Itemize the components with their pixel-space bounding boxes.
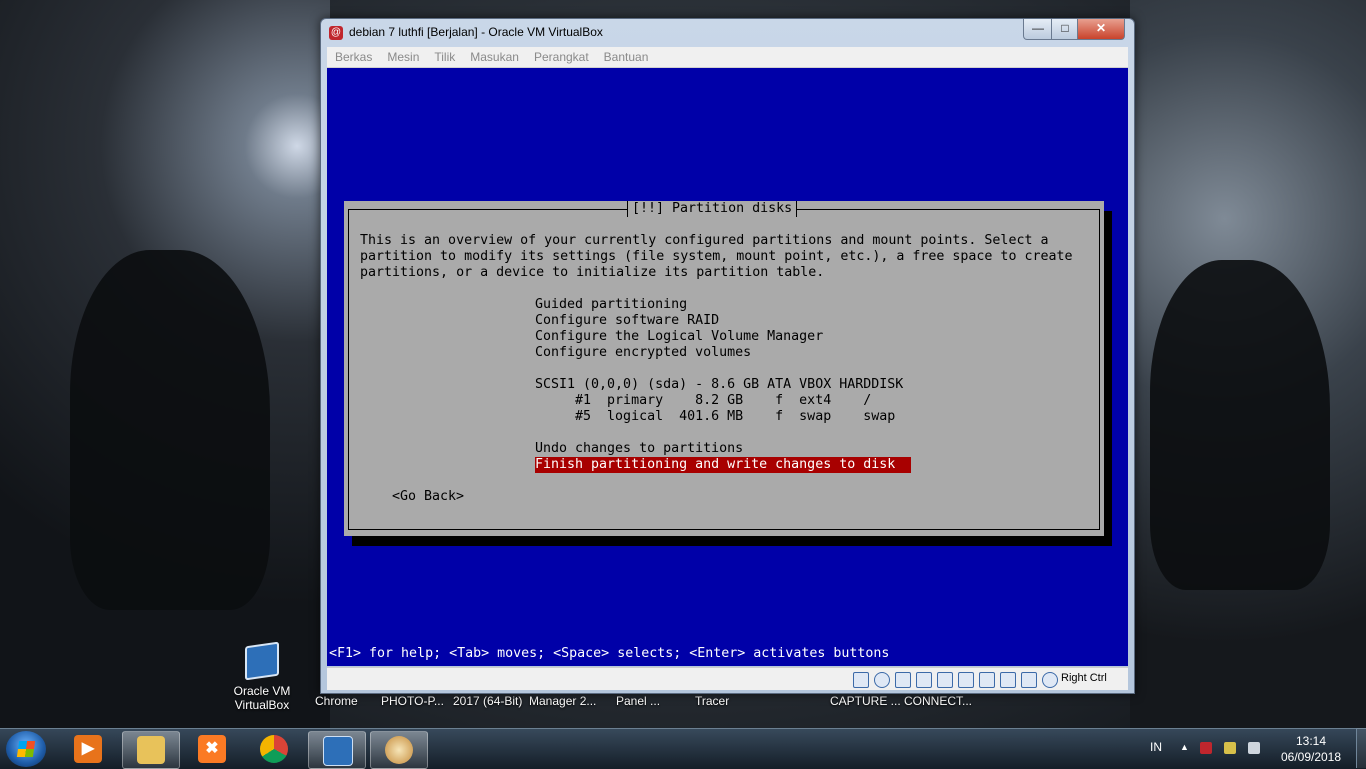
window-title: debian 7 luthfi [Berjalan] - Oracle VM V… [349, 25, 603, 39]
wallpaper-figure [70, 250, 270, 610]
mouse-integration-icon[interactable] [1042, 672, 1058, 688]
menu-item-guided-partitioning[interactable]: Guided partitioning [535, 297, 687, 313]
network-tray-icon[interactable] [1224, 742, 1236, 754]
partition-entry-5[interactable]: #5 logical 401.6 MB f swap swap [535, 409, 895, 425]
desktop-icon-label: Oracle VM [233, 684, 291, 698]
window-titlebar[interactable]: @ debian 7 luthfi [Berjalan] - Oracle VM… [321, 19, 1134, 47]
virtualbox-window: @ debian 7 luthfi [Berjalan] - Oracle VM… [320, 18, 1135, 694]
clock-date: 06/09/2018 [1280, 750, 1342, 764]
desktop-icon-label: VirtualBox [234, 698, 290, 712]
menu-bantuan[interactable]: Bantuan [596, 47, 656, 64]
menu-item-encrypted-volumes[interactable]: Configure encrypted volumes [535, 345, 751, 361]
guest-screen[interactable]: [!!] Partition disks This is an overview… [327, 68, 1128, 666]
maximize-button[interactable]: □ [1051, 19, 1079, 40]
desktop-icon-virtualbox[interactable]: Oracle VM VirtualBox [228, 641, 296, 712]
close-button[interactable]: ✕ [1077, 19, 1125, 40]
virtualbox-app-icon: @ [329, 26, 343, 40]
taskbar-clock[interactable]: 13:14 06/09/2018 [1278, 733, 1344, 765]
menu-item-undo-changes[interactable]: Undo changes to partitions [535, 441, 743, 457]
chrome-icon [260, 735, 288, 763]
dialog-title: [!!] Partition disks [627, 201, 798, 217]
taskbar-media-player[interactable]: ▶ [60, 731, 116, 767]
paint-icon [385, 736, 413, 764]
wallpaper-figure [1150, 260, 1330, 590]
virtualbox-icon [245, 641, 279, 681]
taskbar-virtualbox[interactable] [308, 731, 366, 769]
tray-expand-icon[interactable]: ▲ [1180, 742, 1192, 754]
optical-drive-icon[interactable] [874, 672, 890, 688]
vm-statusbar: Right Ctrl [327, 667, 1128, 690]
host-key-label: Right Ctrl [1061, 672, 1107, 684]
start-button[interactable] [6, 731, 46, 767]
audio-icon[interactable] [895, 672, 911, 688]
dialog-intro: This is an overview of your currently co… [360, 233, 1072, 473]
intro-line: partition to modify its settings (file s… [360, 249, 1073, 264]
menu-perangkat[interactable]: Perangkat [526, 47, 596, 64]
menu-berkas[interactable]: Berkas [327, 47, 379, 64]
menubar: Berkas Mesin Tilik Masukan Perangkat Bantuan [327, 47, 1128, 68]
media-player-icon: ▶ [74, 735, 102, 763]
help-text: <F1> for help; <Tab> moves; <Space> sele… [329, 646, 890, 661]
taskbar-paint[interactable] [370, 731, 428, 769]
action-center-icon[interactable] [1200, 742, 1212, 754]
menu-tilik[interactable]: Tilik [426, 47, 462, 64]
network-icon[interactable] [916, 672, 932, 688]
cpu-icon[interactable] [1021, 672, 1037, 688]
intro-line: This is an overview of your currently co… [360, 233, 1049, 248]
disk-entry-sda[interactable]: SCSI1 (0,0,0) (sda) - 8.6 GB ATA VBOX HA… [535, 377, 903, 393]
harddisk-icon[interactable] [853, 672, 869, 688]
desktop-icon-label[interactable]: Tracer [695, 694, 729, 708]
show-desktop-button[interactable] [1356, 728, 1366, 768]
desktop-icon-label[interactable]: CAPTURE ... [830, 694, 901, 708]
menu-item-finish-partitioning[interactable]: Finish partitioning and write changes to… [535, 457, 912, 473]
video-capture-icon[interactable] [1000, 672, 1016, 688]
partition-entry-1[interactable]: #1 primary 8.2 GB f ext4 / [535, 393, 871, 409]
desktop-icon-label[interactable]: 2017 (64-Bit) [453, 694, 522, 708]
menu-mesin[interactable]: Mesin [379, 47, 426, 64]
taskbar-xampp[interactable]: ✖ [184, 731, 240, 767]
desktop-icon-label[interactable]: PHOTO-P... [381, 694, 444, 708]
installer-help-bar: <F1> for help; <Tab> moves; <Space> sele… [327, 646, 1128, 662]
shared-folder-icon[interactable] [958, 672, 974, 688]
desktop-icon-label[interactable]: CONNECT... [904, 694, 972, 708]
usb-icon[interactable] [937, 672, 953, 688]
partition-dialog: [!!] Partition disks This is an overview… [344, 201, 1104, 536]
volume-icon[interactable] [1248, 742, 1260, 754]
clock-time: 13:14 [1295, 734, 1327, 748]
xampp-icon: ✖ [198, 735, 226, 763]
taskbar-explorer[interactable] [122, 731, 180, 769]
menu-masukan[interactable]: Masukan [462, 47, 526, 64]
desktop-icon-label[interactable]: Chrome [315, 694, 358, 708]
desktop-icon-label[interactable]: Manager 2... [529, 694, 596, 708]
minimize-button[interactable]: — [1023, 19, 1053, 40]
desktop-icon-label[interactable]: Panel ... [616, 694, 660, 708]
menu-item-software-raid[interactable]: Configure software RAID [535, 313, 719, 329]
display-icon[interactable] [979, 672, 995, 688]
intro-line: partitions, or a device to initialize it… [360, 265, 825, 280]
menu-item-lvm[interactable]: Configure the Logical Volume Manager [535, 329, 823, 345]
taskbar-chrome[interactable] [246, 731, 302, 767]
go-back-button[interactable]: <Go Back> [392, 489, 464, 505]
folder-icon [137, 736, 165, 764]
language-indicator[interactable]: IN [1150, 740, 1162, 754]
virtualbox-icon [323, 736, 353, 766]
